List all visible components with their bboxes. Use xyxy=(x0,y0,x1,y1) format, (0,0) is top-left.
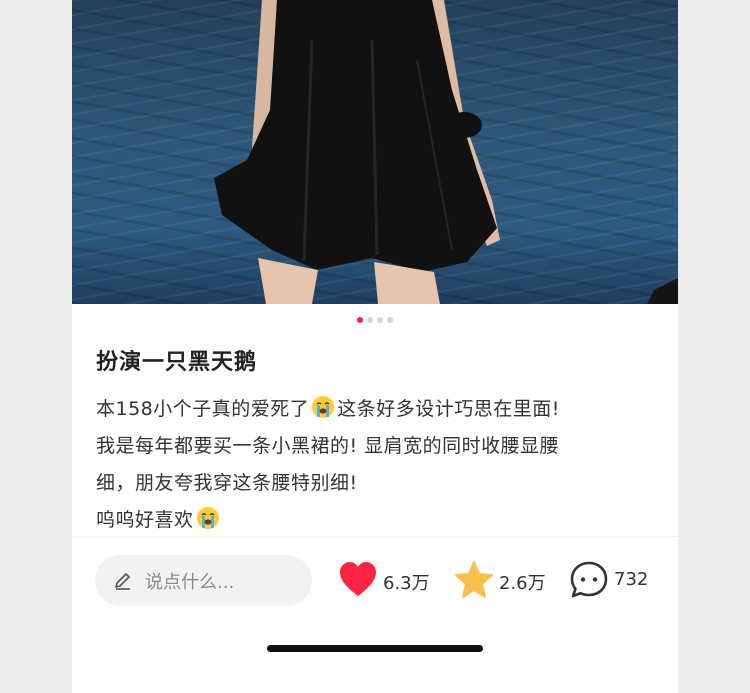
description-line: 细，朋友夸我穿这条腰特别细! xyxy=(96,465,666,502)
pager-dot xyxy=(357,317,363,323)
pager-dot xyxy=(367,317,373,323)
description-text: 本158小个子真的爱死了 xyxy=(96,398,310,420)
description-line: 呜呜好喜欢 xyxy=(96,502,666,539)
star-icon xyxy=(455,561,493,598)
description-text: 呜呜好喜欢 xyxy=(96,509,194,531)
chat-bubble-icon xyxy=(570,561,608,598)
post-title: 扮演一只黑天鹅 xyxy=(96,350,258,375)
description-line: 本158小个子真的爱死了 这条好多设计巧思在里面! xyxy=(96,391,666,428)
divider xyxy=(72,536,678,537)
woman-in-black-dress-image xyxy=(214,0,678,304)
loudly-crying-emoji-icon xyxy=(312,396,335,418)
loudly-crying-emoji-icon xyxy=(196,507,219,529)
description-text: 这条好多设计巧思在里面! xyxy=(337,398,560,420)
comment-input[interactable]: 说点什么... xyxy=(95,555,312,606)
like-count: 6.3万 xyxy=(383,573,430,594)
pager-dot xyxy=(387,317,393,323)
post-image[interactable] xyxy=(72,0,678,304)
post-description: 本158小个子真的爱死了 这条好多设计巧思在里面! 我是每年都要买一条小黑裙的! 显… xyxy=(96,391,666,539)
image-pager-dots xyxy=(72,317,678,325)
description-text: 我是每年都要买一条小黑裙的! 显肩宽的同时收腰显腰 xyxy=(96,435,560,457)
description-line: 我是每年都要买一条小黑裙的! 显肩宽的同时收腰显腰 xyxy=(96,428,666,465)
home-indicator[interactable] xyxy=(267,645,483,652)
comment-count: 732 xyxy=(614,569,649,590)
description-text: 细，朋友夸我穿这条腰特别细! xyxy=(96,472,358,494)
pager-dot xyxy=(377,317,383,323)
collect-count: 2.6万 xyxy=(499,573,546,594)
heart-icon xyxy=(340,562,376,596)
pencil-icon xyxy=(115,573,130,590)
comment-placeholder: 说点什么... xyxy=(145,572,235,593)
post-detail-screen: 扮演一只黑天鹅 本158小个子真的爱死了 这条好多设计巧思在里面! 我是每年都要买一… xyxy=(72,0,678,693)
